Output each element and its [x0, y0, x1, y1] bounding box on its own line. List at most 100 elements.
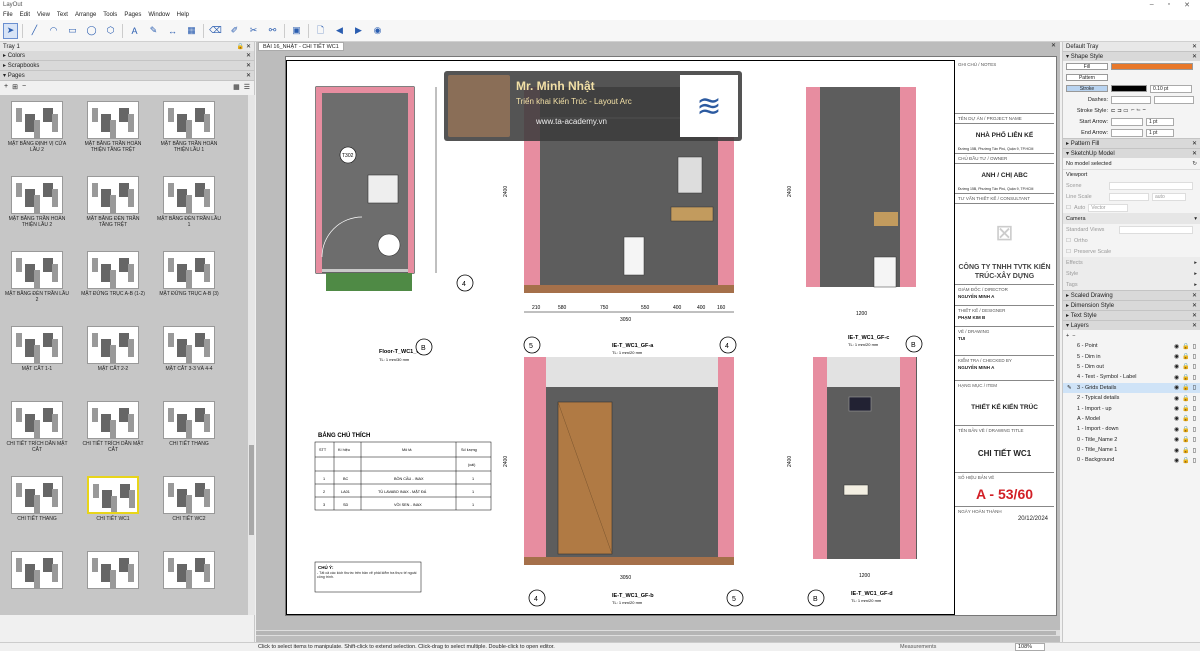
shared-layer-icon[interactable]: ▯	[1193, 405, 1196, 412]
split-tool-icon[interactable]: ✂	[246, 23, 261, 39]
account-icon[interactable]: ◉	[370, 23, 385, 39]
eye-icon[interactable]: ◉	[1174, 447, 1179, 454]
label-tool-icon[interactable]: ✎	[146, 23, 161, 39]
effects-row[interactable]: Effects ▸	[1063, 257, 1200, 268]
auto-checkbox[interactable]: ☐	[1066, 205, 1071, 211]
layer-row[interactable]: A - Model ◉ 🔒 ▯	[1063, 414, 1200, 424]
horizontal-scrollbar[interactable]	[256, 630, 1060, 636]
close-icon[interactable]: ✕	[1192, 322, 1197, 329]
cap-style-icon[interactable]: ⊏ ⊐ ▭	[1111, 108, 1128, 114]
menu-pages[interactable]: Pages	[124, 12, 141, 18]
end-arrow-size[interactable]: 1 pt	[1146, 128, 1174, 137]
shared-layer-icon[interactable]: ▯	[1193, 343, 1196, 350]
grid-view-icon[interactable]: ▦	[233, 83, 240, 91]
menu-tools[interactable]: Tools	[103, 12, 117, 18]
layer-row[interactable]: 0 - Title_Name 2 ◉ 🔒 ▯	[1063, 435, 1200, 445]
shared-layer-icon[interactable]: ▯	[1193, 415, 1196, 422]
layer-row[interactable]: 1 - Import - down ◉ 🔒 ▯	[1063, 424, 1200, 434]
page-thumbnail[interactable]: MẶT BẰNG TRẦN HOÀN THIỆN LẦU 1	[156, 101, 222, 153]
panel-layers[interactable]: ▾ Layers ✕	[1063, 320, 1200, 330]
pattern-button[interactable]: Pattern	[1066, 74, 1108, 81]
circle-tool-icon[interactable]: ◯	[84, 23, 99, 39]
start-arrow-select[interactable]	[1111, 117, 1143, 126]
menu-file[interactable]: File	[3, 12, 13, 18]
page-thumbnail[interactable]: CHI TIẾT WC2	[156, 476, 222, 522]
page-thumbnail[interactable]: MẶT ĐỨNG TRỤC A-B (1-2)	[80, 251, 146, 297]
page-thumbnail[interactable]: CHI TIẾT THANG	[4, 476, 70, 522]
menu-view[interactable]: View	[37, 12, 50, 18]
add-page-button[interactable]: +	[4, 83, 8, 90]
fill-button[interactable]: Fill	[1066, 63, 1108, 70]
maximize-icon[interactable]: ▫	[1168, 1, 1170, 9]
lock-icon[interactable]: 🔒	[1182, 415, 1189, 422]
shared-layer-icon[interactable]: ▯	[1193, 436, 1196, 443]
camera-row[interactable]: Camera ▾	[1063, 213, 1200, 224]
layer-row[interactable]: 6 - Point ◉ 🔒 ▯	[1063, 341, 1200, 351]
eraser-tool-icon[interactable]: ⌫	[208, 23, 223, 39]
page-thumbnail[interactable]: MẶT BẰNG ĐÈN TRẦN TẦNG TRỆT	[80, 176, 146, 228]
join-style-icon[interactable]: ⌐ ⌙ ⌢	[1131, 107, 1146, 114]
select-tool-icon[interactable]: ➤	[3, 22, 18, 39]
list-view-icon[interactable]: ☰	[244, 83, 250, 91]
eye-icon[interactable]: ◉	[1174, 384, 1179, 391]
style-tool-icon[interactable]: ✐	[227, 23, 242, 39]
eye-icon[interactable]: ◉	[1174, 343, 1179, 350]
line-scale-auto[interactable]: auto	[1152, 192, 1186, 201]
menu-arrange[interactable]: Arrange	[75, 12, 96, 18]
dash-scale-select[interactable]	[1154, 95, 1194, 104]
close-icon[interactable]: ✕	[1192, 312, 1197, 319]
menu-edit[interactable]: Edit	[20, 12, 30, 18]
eye-icon[interactable]: ◉	[1174, 374, 1179, 381]
shared-layer-icon[interactable]: ▯	[1193, 374, 1196, 381]
lock-icon[interactable]: 🔒	[1182, 343, 1189, 350]
scrollbar-thumb[interactable]	[249, 445, 254, 535]
page-thumbnail[interactable]: MẶT ĐỨNG TRỤC A-B (3)	[156, 251, 222, 297]
start-arrow-size[interactable]: 1 pt	[1146, 117, 1174, 126]
refresh-icon[interactable]: ↻	[1192, 161, 1197, 167]
panel-dimension-style[interactable]: ▸ Dimension Style ✕	[1063, 300, 1200, 310]
next-page-icon[interactable]: ▶	[351, 23, 366, 39]
pages-scrollbar[interactable]	[248, 95, 255, 615]
scrollbar-thumb[interactable]	[256, 631, 1056, 635]
page-thumbnail[interactable]: MẶT BẰNG TRẦN HOÀN THIỆN LẦU 2	[4, 176, 70, 228]
page-thumbnail[interactable]: MẶT CẮT 2-2	[80, 326, 146, 372]
add-layer-button[interactable]: +	[1066, 333, 1069, 339]
shared-layer-icon[interactable]: ▯	[1193, 384, 1196, 391]
close-icon[interactable]: ✕	[246, 62, 251, 69]
document-tab[interactable]: BÀI 16_NHẬT - CHI TIẾT WC1	[258, 42, 344, 51]
panel-scrapbooks[interactable]: ▸ Scrapbooks ✕	[0, 61, 254, 71]
panel-sketchup-model[interactable]: ▾ SketchUp Model ✕	[1063, 148, 1200, 158]
menu-window[interactable]: Window	[148, 12, 169, 18]
lock-icon[interactable]: 🔒	[1182, 447, 1189, 454]
polygon-tool-icon[interactable]: ⬡	[103, 23, 118, 39]
layer-row[interactable]: 0 - Title_Name 1 ◉ 🔒 ▯	[1063, 445, 1200, 455]
panel-colors[interactable]: ▸ Colors ✕	[0, 51, 254, 61]
layer-row[interactable]: 5 - Dim out ◉ 🔒 ▯	[1063, 362, 1200, 372]
shared-layer-icon[interactable]: ▯	[1193, 353, 1196, 360]
page-thumbnail[interactable]: CHI TIẾT TRÍCH DẪN MẶT CẮT	[4, 401, 70, 453]
join-tool-icon[interactable]: ⚯	[265, 23, 280, 39]
zoom-field[interactable]: 108%	[1015, 643, 1045, 651]
rectangle-tool-icon[interactable]: ▭	[65, 23, 80, 39]
remove-page-button[interactable]: −	[22, 83, 26, 90]
stroke-color-swatch[interactable]	[1111, 85, 1147, 92]
lock-icon[interactable]: 🔒	[1182, 374, 1189, 381]
present-icon[interactable]: ▣	[289, 23, 304, 39]
table-tool-icon[interactable]: ▦	[184, 23, 199, 39]
layer-row[interactable]: 0 - Background ◉ 🔒 ▯	[1063, 455, 1200, 465]
previous-page-icon[interactable]: ◀	[332, 23, 347, 39]
style-row[interactable]: Style ▸	[1063, 268, 1200, 279]
dimension-tool-icon[interactable]: ↔	[165, 23, 180, 39]
eye-icon[interactable]: ◉	[1174, 457, 1179, 464]
tags-row[interactable]: Tags ▸	[1063, 279, 1200, 290]
page-thumbnail[interactable]: MẶT CẮT 1-1	[4, 326, 70, 372]
menu-text[interactable]: Text	[57, 12, 68, 18]
layer-row[interactable]: ✎ 3 - Grids Details ◉ 🔒 ▯	[1063, 382, 1200, 393]
end-arrow-select[interactable]	[1111, 128, 1143, 137]
shared-layer-icon[interactable]: ▯	[1193, 457, 1196, 464]
scene-select[interactable]	[1109, 181, 1193, 190]
shared-layer-icon[interactable]: ▯	[1193, 426, 1196, 433]
panel-scaled-drawing[interactable]: ▸ Scaled Drawing ✕	[1063, 290, 1200, 300]
menu-help[interactable]: Help	[177, 12, 189, 18]
close-document-icon[interactable]: ✕	[1051, 42, 1056, 49]
